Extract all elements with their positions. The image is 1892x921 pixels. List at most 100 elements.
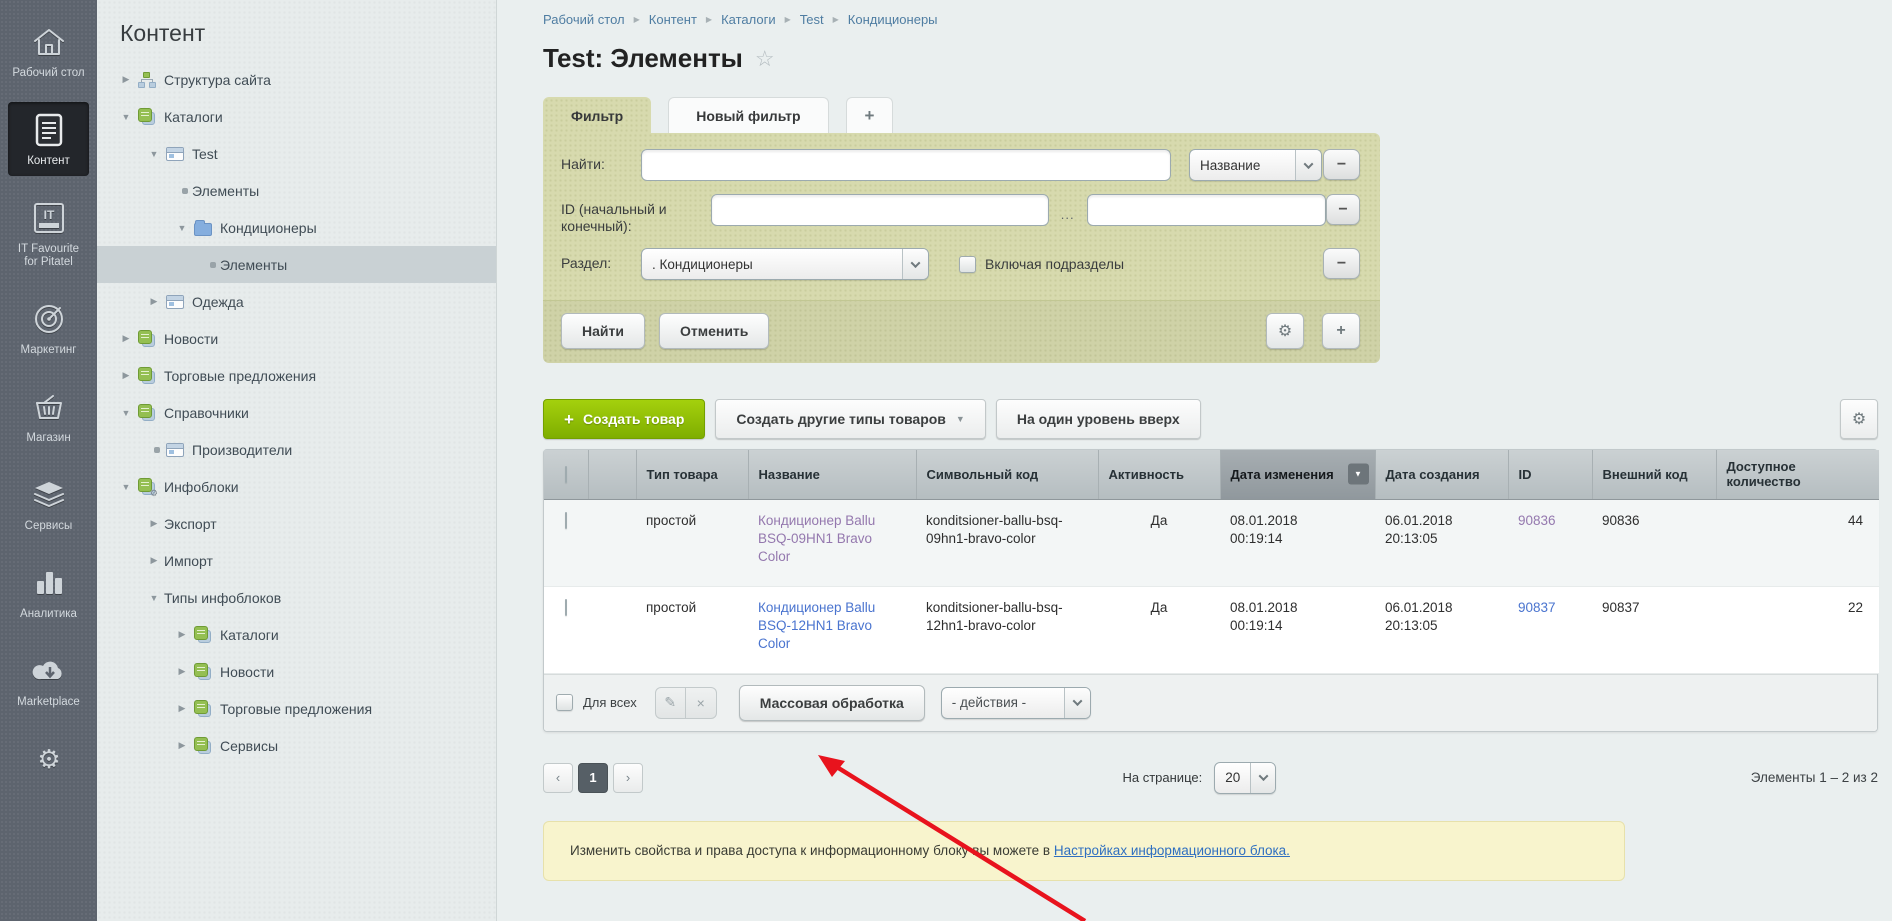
rail-item-store[interactable]: Магазин	[8, 379, 89, 453]
filter-add-field-button[interactable]: +	[1322, 313, 1360, 349]
tab-новый-фильтр[interactable]: Новый фильтр	[668, 97, 828, 133]
tree-item-новости[interactable]: ▶Новости	[97, 320, 496, 357]
header-drag[interactable]	[588, 450, 636, 499]
expander-closed-icon[interactable]: ▶	[148, 296, 160, 307]
actions-select[interactable]: - действия -	[941, 687, 1091, 719]
id-link[interactable]: 90836	[1518, 513, 1556, 528]
column-header[interactable]: ID	[1508, 450, 1592, 499]
id-to-input[interactable]	[1087, 194, 1327, 226]
breadcrumb-link[interactable]: Кондиционеры	[848, 12, 938, 27]
expander-open-icon[interactable]: ▼	[120, 112, 132, 122]
add-filter-tab[interactable]: +	[846, 97, 894, 133]
expander-open-icon[interactable]: ▼	[148, 593, 160, 603]
expander-closed-icon[interactable]: ▶	[148, 518, 160, 529]
column-header[interactable]: Дата создания	[1375, 450, 1508, 499]
expander-closed-icon[interactable]: ▶	[120, 74, 132, 85]
id-link[interactable]: 90837	[1518, 600, 1556, 615]
section-select[interactable]: . Кондиционеры	[641, 248, 929, 280]
edit-selected-icon[interactable]: ✎	[655, 687, 686, 719]
tree-item-каталоги[interactable]: ▶Каталоги	[97, 616, 496, 653]
sort-desc-icon[interactable]: ▼	[1348, 464, 1369, 485]
include-subsections-checkbox[interactable]	[959, 256, 976, 273]
row-checkbox[interactable]	[565, 599, 567, 616]
column-header[interactable]: Доступное количество	[1716, 450, 1879, 499]
per-page-select[interactable]: 20	[1214, 762, 1276, 794]
rail-item-it-favourite[interactable]: ITIT Favourite for Pitatel	[8, 190, 89, 277]
expander-open-icon[interactable]: ▼	[120, 482, 132, 492]
remove-filter-row-button[interactable]: −	[1326, 194, 1360, 225]
tree-item-элементы[interactable]: Элементы	[97, 246, 496, 283]
remove-filter-row-button[interactable]: −	[1323, 248, 1360, 279]
current-page-button[interactable]: 1	[578, 763, 608, 793]
tree-item-торговые-предложения[interactable]: ▶Торговые предложения	[97, 690, 496, 727]
tree-item-инфоблоки[interactable]: ▼⚙Инфоблоки	[97, 468, 496, 505]
favorite-star-icon[interactable]: ☆	[755, 46, 775, 72]
tree-item-одежда[interactable]: ▶Одежда	[97, 283, 496, 320]
breadcrumb-link[interactable]: Рабочий стол	[543, 12, 625, 27]
expander-open-icon[interactable]: ▼	[148, 149, 160, 159]
level-up-button[interactable]: На один уровень вверх	[996, 399, 1201, 439]
create-other-types-button[interactable]: Создать другие типы товаров ▼	[715, 399, 985, 439]
column-header[interactable]: Активность	[1098, 450, 1220, 499]
product-name-link[interactable]: Кондиционер Ballu BSQ-09HN1 Bravo Color	[758, 513, 875, 564]
rail-item-home[interactable]: Рабочий стол	[8, 14, 89, 88]
infoblock-settings-link[interactable]: Настройках информационного блока.	[1054, 843, 1290, 858]
expander-closed-icon[interactable]: ▶	[176, 666, 188, 677]
prev-page-button[interactable]: ‹	[543, 763, 573, 793]
tree-item-экспорт[interactable]: ▶Экспорт	[97, 505, 496, 542]
tree-item-производители[interactable]: Производители	[97, 431, 496, 468]
delete-selected-icon[interactable]: ×	[686, 687, 717, 719]
remove-filter-row-button[interactable]: −	[1323, 149, 1360, 180]
breadcrumb-link[interactable]: Каталоги	[721, 12, 776, 27]
header-select-all[interactable]	[544, 450, 588, 499]
rail-item-marketplace[interactable]: Marketplace	[8, 643, 89, 717]
tree-item-test[interactable]: ▼Test	[97, 135, 496, 172]
expander-open-icon[interactable]: ▼	[120, 408, 132, 418]
id-from-input[interactable]	[711, 194, 1049, 226]
header-checkbox[interactable]	[565, 466, 567, 483]
rail-item-analytics[interactable]: Аналитика	[8, 555, 89, 629]
expander-closed-icon[interactable]: ▶	[120, 370, 132, 381]
column-header[interactable]: Дата изменения▼	[1220, 450, 1375, 499]
product-name-cell: Кондиционер Ballu BSQ-12HN1 Bravo Color	[748, 586, 916, 673]
breadcrumb-link[interactable]: Test	[800, 12, 824, 27]
filter-settings-gear-icon[interactable]: ⚙	[1266, 313, 1304, 349]
tree-item-каталоги[interactable]: ▼Каталоги	[97, 98, 496, 135]
filter-search-button[interactable]: Найти	[561, 313, 645, 349]
tree-item-типы-инфоблоков[interactable]: ▼Типы инфоблоков	[97, 579, 496, 616]
tree-item-структура-сайта[interactable]: ▶Структура сайта	[97, 61, 496, 98]
rail-item-content[interactable]: Контент	[8, 102, 89, 176]
create-product-button[interactable]: + Создать товар	[543, 399, 705, 439]
select-all-checkbox[interactable]	[556, 694, 573, 711]
tree-item-сервисы[interactable]: ▶Сервисы	[97, 727, 496, 764]
breadcrumb-link[interactable]: Контент	[649, 12, 697, 27]
tree-item-кондиционеры[interactable]: ▼Кондиционеры	[97, 209, 496, 246]
expander-closed-icon[interactable]: ▶	[176, 740, 188, 751]
expander-closed-icon[interactable]: ▶	[148, 555, 160, 566]
column-header[interactable]: Тип товара	[636, 450, 748, 499]
find-input[interactable]	[641, 149, 1171, 181]
expander-closed-icon[interactable]: ▶	[176, 629, 188, 640]
column-header[interactable]: Название	[748, 450, 916, 499]
rail-item-settings[interactable]: ⚙	[8, 731, 89, 792]
tree-item-новости[interactable]: ▶Новости	[97, 653, 496, 690]
column-header[interactable]: Внешний код	[1592, 450, 1716, 499]
tab-фильтр[interactable]: Фильтр	[543, 97, 651, 133]
row-checkbox[interactable]	[565, 512, 567, 529]
rail-item-services[interactable]: Сервисы	[8, 467, 89, 541]
tree-item-импорт[interactable]: ▶Импорт	[97, 542, 496, 579]
column-header[interactable]: Символьный код	[916, 450, 1098, 499]
tree-item-элементы[interactable]: Элементы	[97, 172, 496, 209]
next-page-button[interactable]: ›	[613, 763, 643, 793]
find-field-select[interactable]: Название	[1189, 149, 1322, 181]
tree-item-торговые-предложения[interactable]: ▶Торговые предложения	[97, 357, 496, 394]
product-name-link[interactable]: Кондиционер Ballu BSQ-12HN1 Bravo Color	[758, 600, 875, 651]
mass-processing-button[interactable]: Массовая обработка	[739, 685, 925, 721]
filter-cancel-button[interactable]: Отменить	[659, 313, 769, 349]
rail-item-marketing[interactable]: Маркетинг	[8, 291, 89, 365]
tree-item-справочники[interactable]: ▼Справочники	[97, 394, 496, 431]
expander-open-icon[interactable]: ▼	[176, 223, 188, 233]
grid-settings-gear-icon[interactable]: ⚙	[1840, 399, 1878, 439]
expander-closed-icon[interactable]: ▶	[120, 333, 132, 344]
expander-closed-icon[interactable]: ▶	[176, 703, 188, 714]
